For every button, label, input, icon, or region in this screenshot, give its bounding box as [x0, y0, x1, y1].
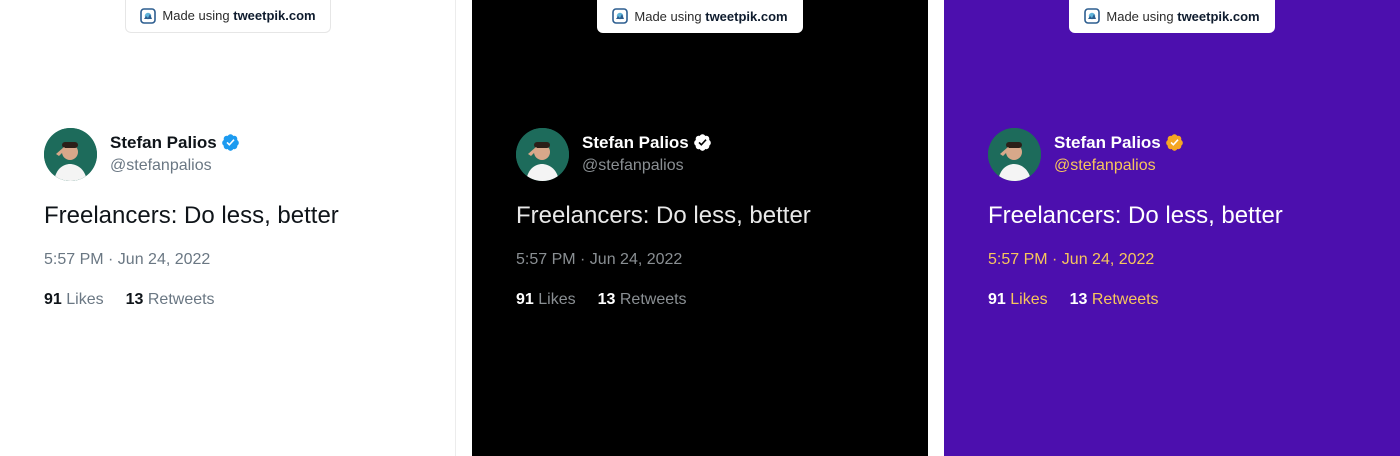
avatar-photo-icon [516, 128, 569, 181]
retweets-stat[interactable]: 13 Retweets [126, 290, 215, 310]
tweet-timestamp: 5:57 PM · Jun 24, 2022 [516, 251, 683, 268]
tweet-card-dark: Made using tweetpik.com Stefan Palios @s [472, 0, 928, 456]
tweet-stats: 91 Likes 13 Retweets [988, 290, 1159, 310]
avatar-photo-icon [44, 128, 97, 181]
made-using-badge[interactable]: Made using tweetpik.com [1069, 0, 1275, 33]
likes-stat[interactable]: 91 Likes [516, 290, 576, 310]
tweet-author: Stefan Palios @stefanpalios [988, 128, 1184, 181]
likes-stat[interactable]: 91 Likes [988, 290, 1048, 310]
badge-brand: tweetpik.com [1177, 8, 1260, 24]
tweet-stats: 91 Likes 13 Retweets [44, 290, 215, 310]
retweets-stat[interactable]: 13 Retweets [598, 290, 687, 310]
author-handle[interactable]: @stefanpalios [1054, 155, 1184, 177]
tweetpik-logo-icon [1084, 8, 1101, 24]
tweet-author: Stefan Palios @stefanpalios [516, 128, 712, 181]
tweet-timestamp: 5:57 PM · Jun 24, 2022 [988, 251, 1155, 268]
verified-badge-icon [1165, 134, 1183, 151]
tweet-card-purple: Made using tweetpik.com Stefan Palios @s [944, 0, 1400, 456]
badge-prefix: Made using [162, 8, 230, 23]
tweet-stats: 91 Likes 13 Retweets [516, 290, 687, 310]
tweet-text: Freelancers: Do less, better [988, 202, 1283, 229]
badge-prefix: Made using [1106, 8, 1174, 24]
made-using-badge[interactable]: Made using tweetpik.com [125, 0, 331, 33]
author-name[interactable]: Stefan Palios [110, 133, 217, 153]
author-handle[interactable]: @stefanpalios [582, 155, 712, 177]
made-using-badge[interactable]: Made using tweetpik.com [597, 0, 803, 33]
tweet-card-light: Made using tweetpik.com Stefan Palios @s [0, 0, 456, 456]
author-name[interactable]: Stefan Palios [582, 133, 689, 153]
badge-brand: tweetpik.com [705, 8, 788, 24]
tweetpik-logo-icon [612, 8, 629, 24]
tweet-timestamp: 5:57 PM · Jun 24, 2022 [44, 251, 211, 268]
tweet-text: Freelancers: Do less, better [516, 202, 811, 229]
badge-brand: tweetpik.com [233, 8, 316, 23]
tweet-text: Freelancers: Do less, better [44, 202, 339, 229]
badge-prefix: Made using [634, 8, 702, 24]
avatar[interactable] [516, 128, 569, 181]
tweet-author: Stefan Palios @stefanpalios [44, 128, 240, 181]
avatar-photo-icon [988, 128, 1041, 181]
retweets-stat[interactable]: 13 Retweets [1070, 290, 1159, 310]
avatar[interactable] [44, 128, 97, 181]
author-name[interactable]: Stefan Palios [1054, 133, 1161, 153]
tweetpik-logo-icon [140, 7, 157, 24]
likes-stat[interactable]: 91 Likes [44, 290, 104, 310]
avatar[interactable] [988, 128, 1041, 181]
author-handle[interactable]: @stefanpalios [110, 155, 240, 177]
verified-badge-icon [693, 134, 711, 151]
verified-badge-icon [221, 134, 239, 151]
